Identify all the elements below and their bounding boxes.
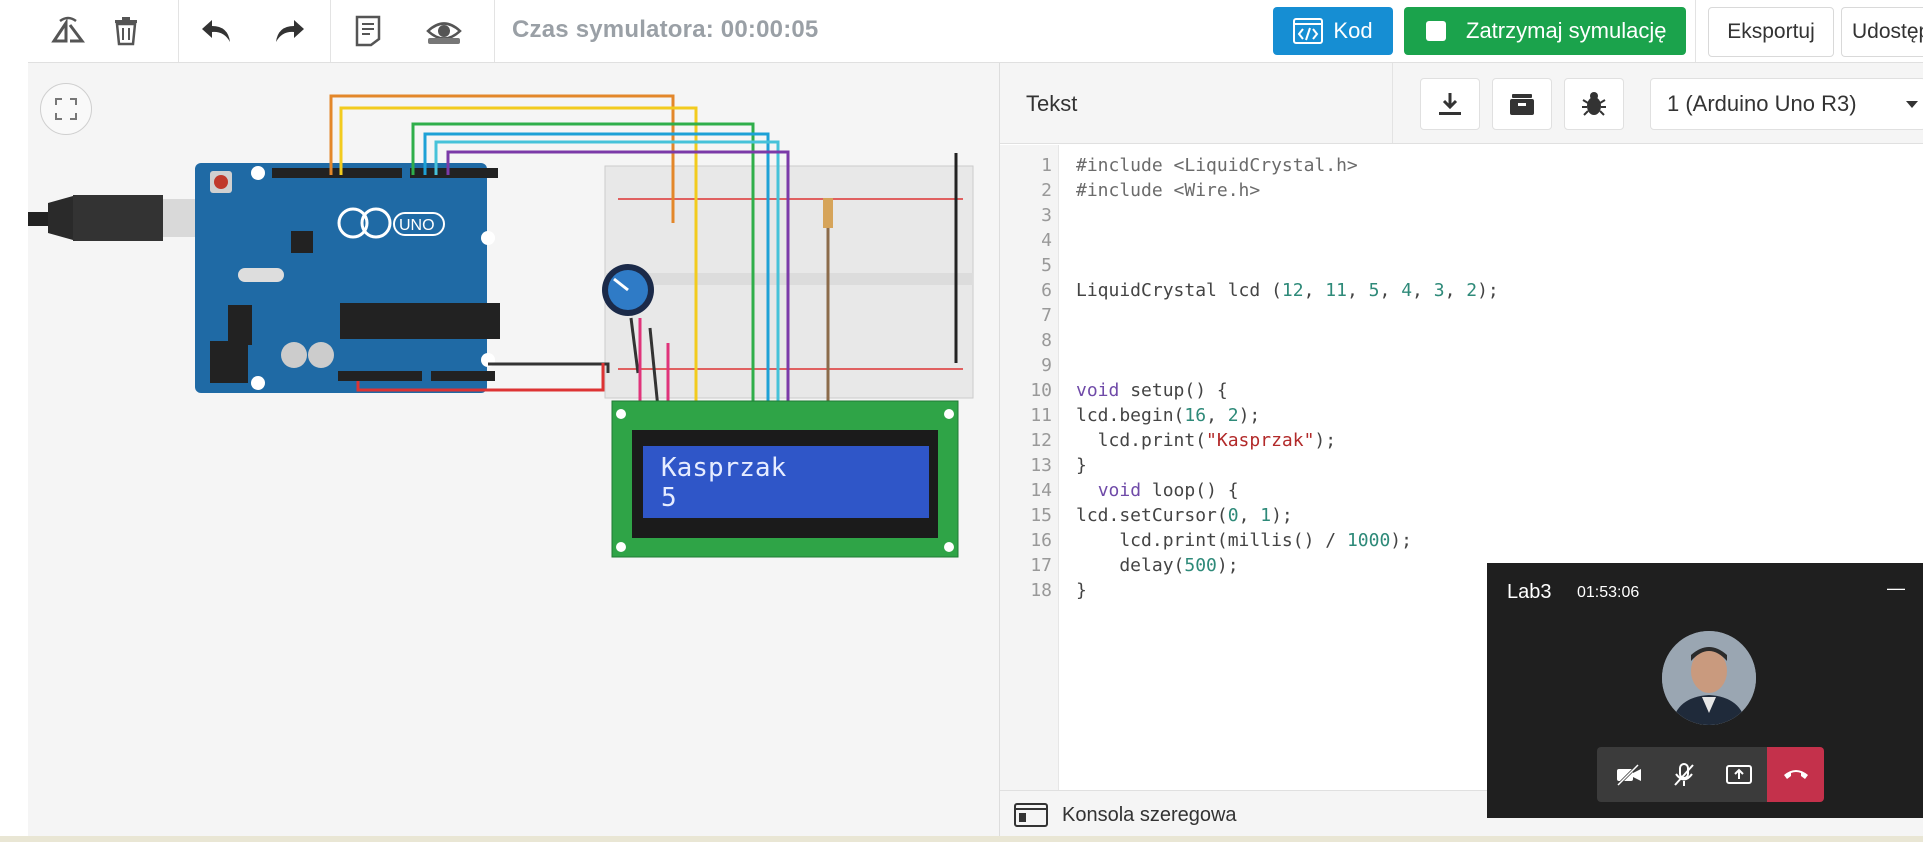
line-number: 13 <box>1030 455 1052 476</box>
code-line[interactable]: } <box>1076 453 1087 478</box>
camera-off-icon <box>1616 763 1641 786</box>
code-button-label: Kod <box>1333 18 1373 43</box>
line-number: 10 <box>1030 380 1052 401</box>
share-label: Udostępni <box>1852 20 1923 43</box>
mic-off-icon <box>1674 762 1694 786</box>
toolbar: Czas symulatora: 00:00:05 Kod Zatrzymaj … <box>28 0 1923 63</box>
serial-console-label: Konsola szeregowa <box>1062 804 1237 826</box>
mute-button[interactable] <box>1659 747 1709 802</box>
taskbar-edge <box>0 836 1923 842</box>
notes-icon[interactable] <box>348 11 388 51</box>
call-title: Lab3 <box>1507 581 1552 603</box>
code-line[interactable]: lcd.begin(16, 2); <box>1076 403 1260 428</box>
dropdown-arrow-icon <box>1906 101 1918 108</box>
line-number: 11 <box>1030 405 1052 426</box>
participant-photo <box>1662 631 1756 725</box>
line-number: 15 <box>1030 505 1052 526</box>
line-number: 12 <box>1030 430 1052 451</box>
line-number: 14 <box>1030 480 1052 501</box>
code-button[interactable]: Kod <box>1273 7 1393 55</box>
lcd-line-1: Kasprzak <box>661 453 787 483</box>
line-number: 1 <box>1041 155 1052 176</box>
code-line[interactable]: void setup() { <box>1076 378 1228 403</box>
debugger-button[interactable] <box>1564 78 1624 130</box>
header-divider <box>1392 63 1393 143</box>
code-line[interactable]: #include <LiquidCrystal.h> <box>1076 153 1358 178</box>
stop-simulation-label: Zatrzymaj symulację <box>1466 18 1667 43</box>
line-number: 9 <box>1041 355 1052 376</box>
code-line[interactable]: delay(500); <box>1076 553 1238 578</box>
device-select[interactable]: 1 (Arduino Uno R3) <box>1650 78 1923 130</box>
device-select-value: 1 (Arduino Uno R3) <box>1667 91 1857 116</box>
line-number: 6 <box>1041 280 1052 301</box>
console-icon <box>1014 803 1048 827</box>
potentiometer[interactable] <box>602 264 654 316</box>
circuit-diagram: UNO Kasprzak 5 <box>28 94 974 558</box>
toolbar-divider <box>178 0 179 62</box>
toolbar-divider <box>330 0 331 62</box>
line-number: 4 <box>1041 230 1052 251</box>
avatar <box>1662 631 1756 725</box>
lcd-line-2: 5 <box>661 483 677 513</box>
camera-off-button[interactable] <box>1604 747 1654 802</box>
arduino-uno-board[interactable]: UNO <box>195 163 500 393</box>
code-mode-label[interactable]: Tekst <box>1026 91 1077 117</box>
simulator-time: Czas symulatora: 00:00:05 <box>512 16 819 43</box>
hang-up-button[interactable] <box>1767 747 1824 802</box>
line-number: 16 <box>1030 530 1052 551</box>
code-panel-header: Tekst 1 (Arduino Uno R3) <box>1000 63 1923 144</box>
export-button[interactable]: Eksportuj <box>1708 7 1834 57</box>
visibility-icon[interactable] <box>424 11 464 51</box>
share-screen-button[interactable] <box>1714 747 1764 802</box>
code-icon <box>1293 18 1324 44</box>
circuit-workspace[interactable]: UNO Kasprzak 5 <box>28 63 999 836</box>
call-timer: 01:53:06 <box>1577 584 1640 601</box>
resistor[interactable] <box>823 198 833 228</box>
bug-icon <box>1582 92 1606 116</box>
code-line[interactable]: void loop() { <box>1076 478 1239 503</box>
stop-icon <box>1426 21 1446 41</box>
line-number: 18 <box>1030 580 1052 601</box>
line-number: 17 <box>1030 555 1052 576</box>
share-screen-icon <box>1726 764 1752 784</box>
board-label: UNO <box>399 217 435 234</box>
line-number: 3 <box>1041 205 1052 226</box>
line-number: 7 <box>1041 305 1052 326</box>
code-line[interactable]: lcd.print(millis() / 1000); <box>1076 528 1412 553</box>
code-line[interactable]: } <box>1076 578 1087 603</box>
code-line[interactable]: LiquidCrystal lcd (12, 11, 5, 4, 3, 2); <box>1076 278 1499 303</box>
lcd-16x2[interactable]: Kasprzak 5 <box>611 400 959 558</box>
code-line[interactable]: lcd.print("Kasprzak"); <box>1076 428 1336 453</box>
undo-icon[interactable] <box>196 11 236 51</box>
toolbar-divider <box>494 0 495 62</box>
delete-icon[interactable] <box>106 11 146 51</box>
minimize-button[interactable]: — <box>1887 578 1905 599</box>
libraries-button[interactable] <box>1492 78 1552 130</box>
meeting-call-window[interactable]: Lab3 01:53:06 — <box>1487 563 1923 818</box>
toolbar-divider <box>1695 0 1696 62</box>
line-number: 8 <box>1041 330 1052 351</box>
code-line[interactable]: #include <Wire.h> <box>1076 178 1260 203</box>
rotate-icon[interactable] <box>48 11 88 51</box>
download-icon <box>1439 93 1461 115</box>
line-number: 5 <box>1041 255 1052 276</box>
stop-simulation-button[interactable]: Zatrzymaj symulację <box>1404 7 1686 55</box>
code-line[interactable]: lcd.setCursor(0, 1); <box>1076 503 1293 528</box>
hang-up-icon <box>1784 770 1808 779</box>
redo-icon[interactable] <box>270 11 310 51</box>
export-label: Eksportuj <box>1727 20 1815 43</box>
library-icon <box>1510 94 1534 115</box>
left-edge <box>0 0 28 842</box>
share-button[interactable]: Udostępni <box>1841 7 1923 57</box>
download-button[interactable] <box>1420 78 1480 130</box>
line-number: 2 <box>1041 180 1052 201</box>
